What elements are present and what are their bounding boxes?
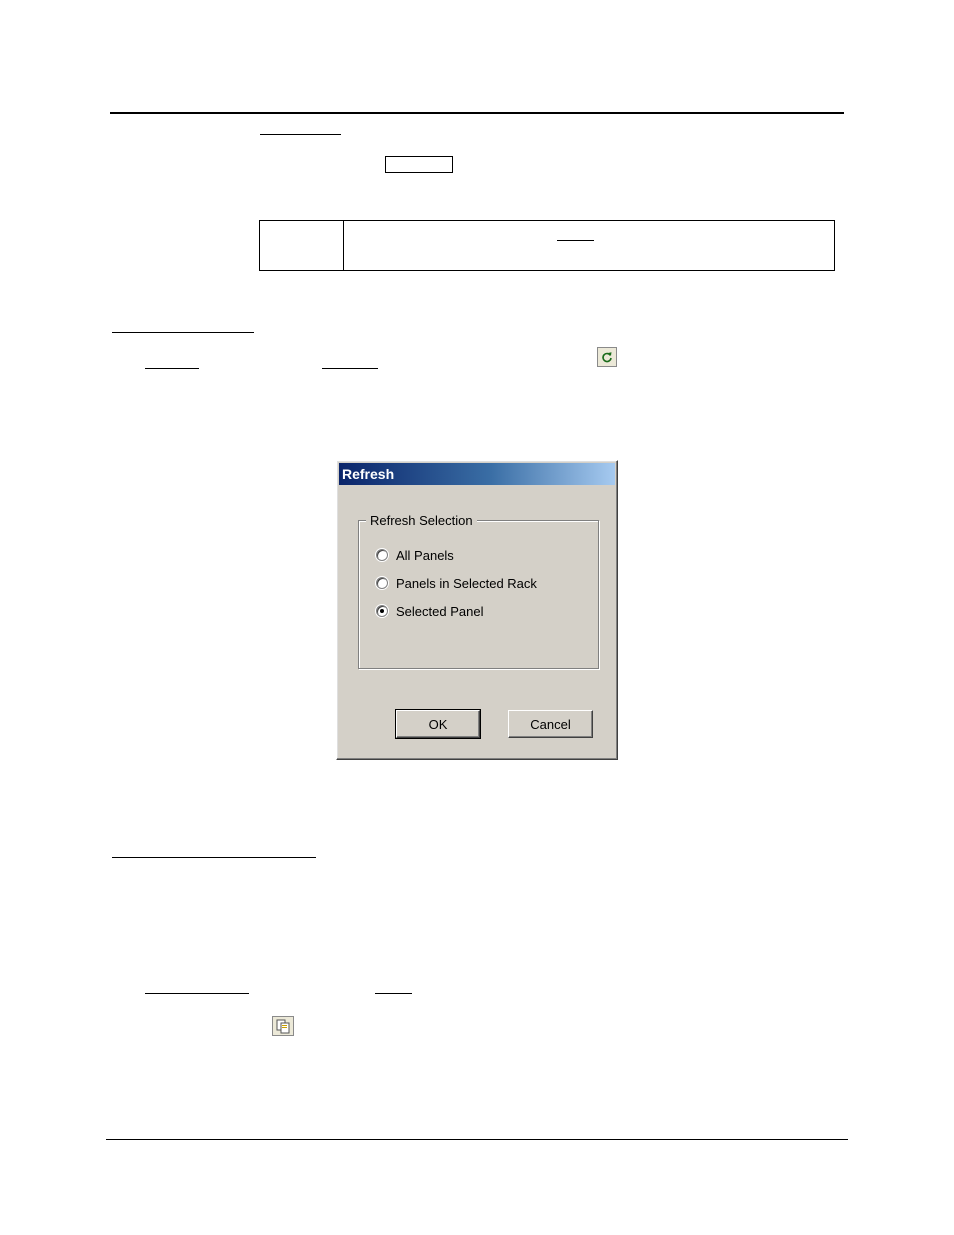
ok-button[interactable]: OK bbox=[395, 709, 481, 739]
underline-mark bbox=[557, 240, 594, 241]
radio-button[interactable] bbox=[376, 549, 388, 561]
section-heading-underline bbox=[112, 332, 254, 333]
underline-mark bbox=[260, 134, 341, 135]
section-heading-underline bbox=[112, 857, 316, 858]
radio-all-panels[interactable]: All Panels bbox=[376, 546, 454, 564]
underline-mark bbox=[145, 368, 199, 369]
outlined-box bbox=[385, 156, 453, 173]
note-table-divider bbox=[343, 221, 344, 270]
radio-label: All Panels bbox=[396, 547, 454, 563]
dialog-title: Refresh bbox=[339, 463, 615, 485]
cancel-button[interactable]: Cancel bbox=[508, 710, 593, 738]
radio-label: Selected Panel bbox=[396, 603, 484, 619]
radio-button[interactable] bbox=[376, 577, 388, 589]
refresh-selection-group bbox=[358, 520, 599, 669]
header-rule bbox=[110, 112, 844, 114]
underline-mark bbox=[322, 368, 378, 369]
radio-button[interactable] bbox=[376, 605, 388, 617]
refresh-toolbar-button[interactable] bbox=[597, 347, 617, 367]
note-table bbox=[259, 220, 835, 271]
underline-mark bbox=[375, 993, 412, 994]
radio-panels-in-selected-rack[interactable]: Panels in Selected Rack bbox=[376, 574, 537, 592]
group-label: Refresh Selection bbox=[366, 513, 477, 529]
copy-icon bbox=[276, 1019, 290, 1034]
radio-label: Panels in Selected Rack bbox=[396, 575, 537, 591]
copy-toolbar-button[interactable] bbox=[272, 1016, 294, 1036]
radio-selected-panel[interactable]: Selected Panel bbox=[376, 602, 483, 620]
footer-rule bbox=[106, 1139, 848, 1140]
refresh-icon bbox=[602, 352, 612, 363]
underline-mark bbox=[145, 993, 249, 994]
